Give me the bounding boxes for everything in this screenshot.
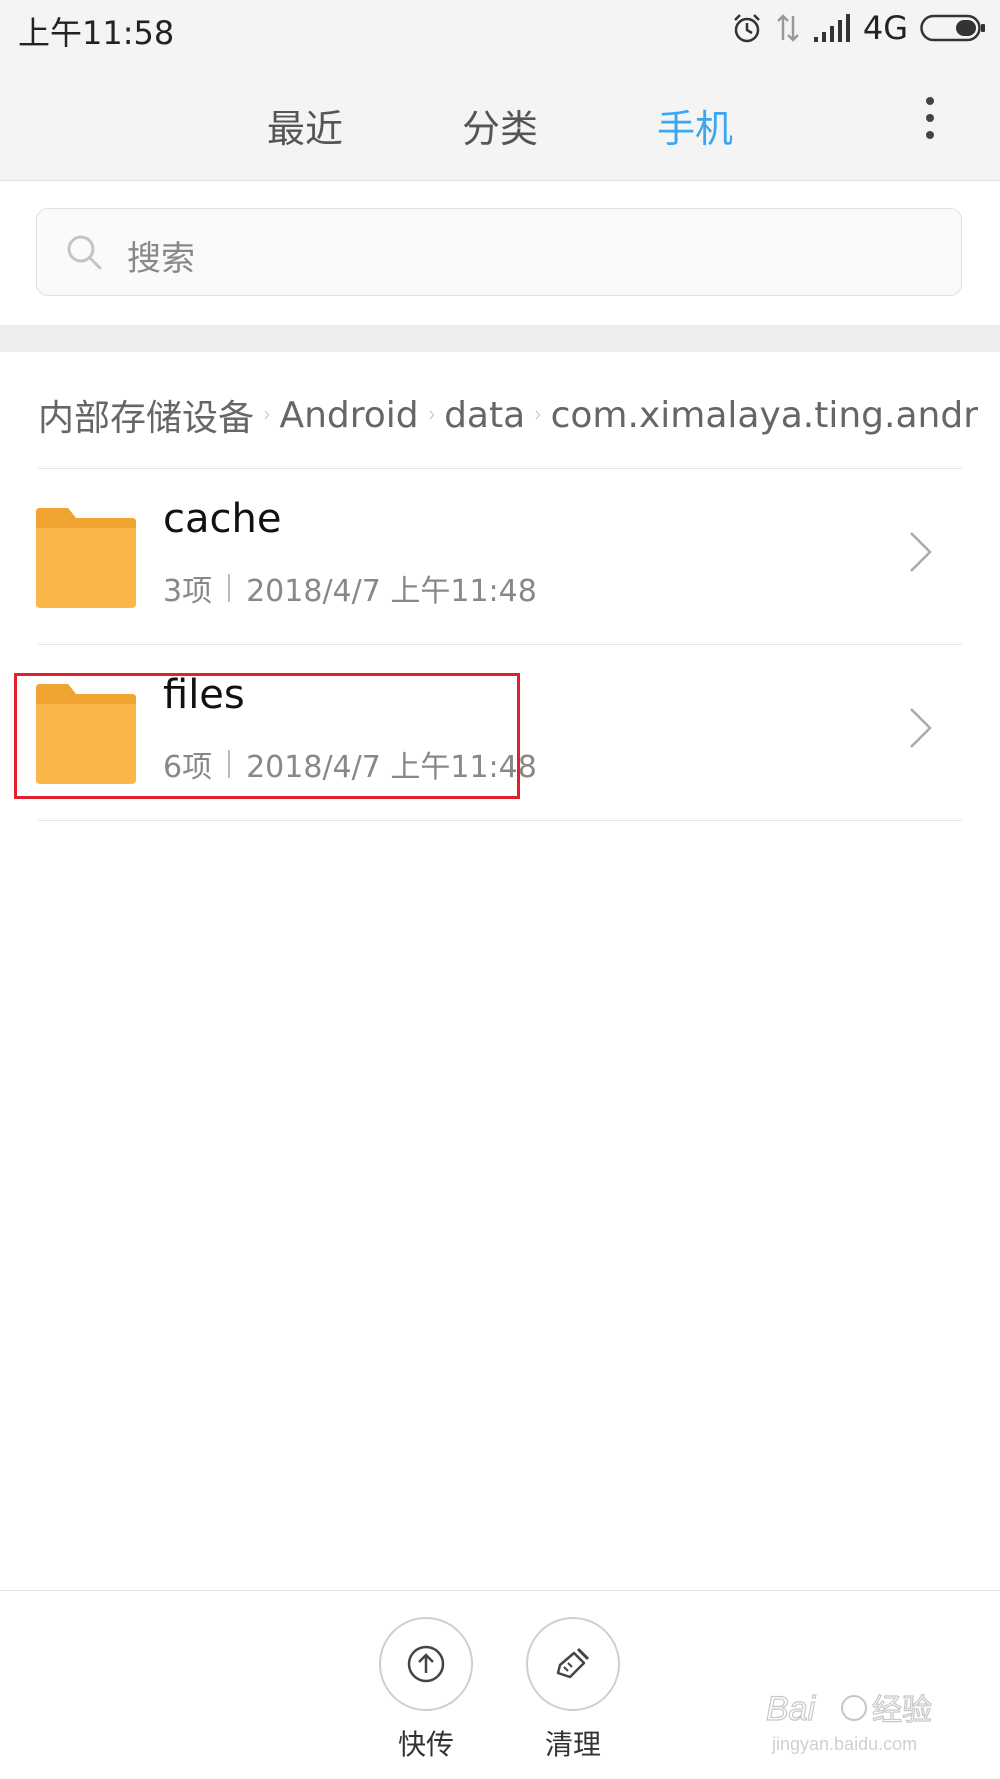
chevron-right-icon	[264, 410, 269, 420]
chevron-right-icon	[910, 532, 932, 572]
status-icons: 4G	[731, 8, 986, 48]
signal-icon	[813, 14, 850, 42]
chevron-right-icon	[535, 410, 541, 420]
transfer-button[interactable]: 快传	[376, 1617, 476, 1763]
status-bar: 上午11:58 4G	[0, 0, 1000, 58]
divider	[38, 820, 962, 821]
baidu-jingyan-watermark: Bai 经验 jingyan.baidu.com	[765, 1689, 932, 1754]
tab-category[interactable]: 分类	[462, 98, 538, 153]
item-count: 3项	[163, 574, 213, 609]
clean-button-circle[interactable]	[526, 1617, 620, 1711]
svg-text:Bai: Bai	[766, 1690, 817, 1728]
search-icon	[67, 235, 102, 270]
alarm-icon	[733, 14, 760, 43]
status-time: 上午11:58	[18, 14, 175, 52]
dot	[926, 97, 934, 105]
brush-icon	[556, 1647, 590, 1679]
tab-recent[interactable]: 最近	[267, 98, 343, 153]
tab-phone[interactable]: 手机	[657, 98, 733, 153]
transfer-label: 快传	[397, 1728, 454, 1761]
svg-text:jingyan.baidu.com: jingyan.baidu.com	[771, 1734, 917, 1754]
dot	[926, 114, 934, 122]
upload-icon	[407, 1645, 445, 1683]
breadcrumb-item-data[interactable]: data	[444, 395, 525, 436]
search-placeholder: 搜索	[127, 239, 195, 279]
more-options-icon[interactable]	[910, 88, 950, 148]
battery-icon	[920, 14, 985, 42]
list-item-cache[interactable]: cache 3项 2018/4/7 上午11:48	[0, 468, 1000, 643]
breadcrumb-item-android[interactable]: Android	[279, 395, 418, 436]
dot	[926, 131, 934, 139]
modified-date: 2018/4/7 上午11:48	[246, 574, 537, 609]
search-input[interactable]: 搜索	[36, 208, 962, 296]
breadcrumb-item-storage[interactable]: 内部存储设备	[38, 390, 254, 440]
breadcrumb-item-package[interactable]: com.ximalaya.ting.andr	[551, 395, 978, 436]
network-type: 4G	[862, 9, 908, 47]
highlight-box	[14, 673, 520, 799]
breadcrumb: 内部存储设备 Android data com.ximalaya.ting.an…	[38, 390, 978, 440]
tab-bar: 最近 分类 手机	[0, 58, 1000, 181]
folder-icon	[36, 508, 136, 608]
data-transfer-icon	[776, 14, 799, 42]
transfer-button-circle[interactable]	[379, 1617, 473, 1711]
file-name: cache	[163, 496, 282, 542]
clean-button[interactable]: 清理	[523, 1617, 623, 1763]
chevron-right-icon	[910, 708, 932, 748]
file-meta: 3项 2018/4/7 上午11:48	[163, 566, 537, 610]
section-separator	[0, 325, 1000, 352]
meta-divider	[228, 574, 231, 602]
chevron-right-icon	[429, 410, 434, 420]
svg-text:经验: 经验	[872, 1694, 932, 1727]
clean-label: 清理	[544, 1728, 601, 1761]
